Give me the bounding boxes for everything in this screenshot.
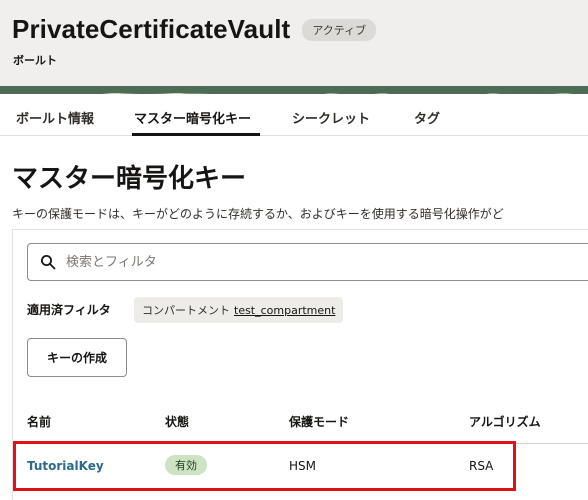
state-badge: 有効: [165, 455, 207, 475]
vault-header: PrivateCertificateVault アクティブ ボールト: [0, 0, 588, 86]
search-icon: [41, 255, 56, 270]
active-tab-indicator: [132, 133, 260, 136]
tab-tags[interactable]: タグ: [414, 108, 440, 127]
filter-chip-label: コンパートメント: [142, 304, 230, 317]
applied-filters-label: 適用済フィルタ: [27, 303, 111, 317]
tab-bar: ボールト情報 マスター暗号化キー シークレット タグ: [0, 94, 588, 136]
search-box[interactable]: [27, 243, 588, 281]
key-name-link[interactable]: TutorialKey: [27, 459, 104, 473]
tab-master-encryption-keys[interactable]: マスター暗号化キー: [134, 108, 251, 127]
status-badge: アクティブ: [302, 18, 377, 41]
title-row: PrivateCertificateVault アクティブ: [12, 14, 377, 45]
column-header-protection-mode[interactable]: 保護モード: [289, 413, 349, 430]
compartment-filter-chip[interactable]: コンパートメント test_compartment: [134, 297, 344, 323]
column-header-state[interactable]: 状態: [165, 413, 189, 430]
algorithm-cell: RSA: [469, 459, 494, 473]
vault-name: PrivateCertificateVault: [12, 14, 291, 44]
filter-chip-value[interactable]: test_compartment: [234, 304, 335, 317]
page-description: キーの保護モードは、キーがどのように存続するか、およびキーを使用する暗号化操作が…: [12, 207, 504, 221]
column-header-name[interactable]: 名前: [27, 413, 51, 430]
table-header-divider: [13, 443, 588, 444]
vault-details-page: PrivateCertificateVault アクティブ ボールト ボールト情…: [0, 0, 588, 500]
create-key-button[interactable]: キーの作成: [27, 338, 127, 377]
search-input[interactable]: [66, 252, 566, 272]
key-name-cell: TutorialKey: [27, 459, 104, 473]
column-header-algorithm[interactable]: アルゴリズム: [469, 413, 541, 430]
resource-type-label: ボールト: [13, 54, 57, 67]
tab-vault-info[interactable]: ボールト情報: [16, 108, 94, 127]
decorative-banner: [0, 86, 588, 94]
tab-secrets[interactable]: シークレット: [292, 108, 370, 127]
page-title: マスター暗号化キー: [12, 164, 247, 194]
protection-mode-cell: HSM: [289, 459, 316, 473]
